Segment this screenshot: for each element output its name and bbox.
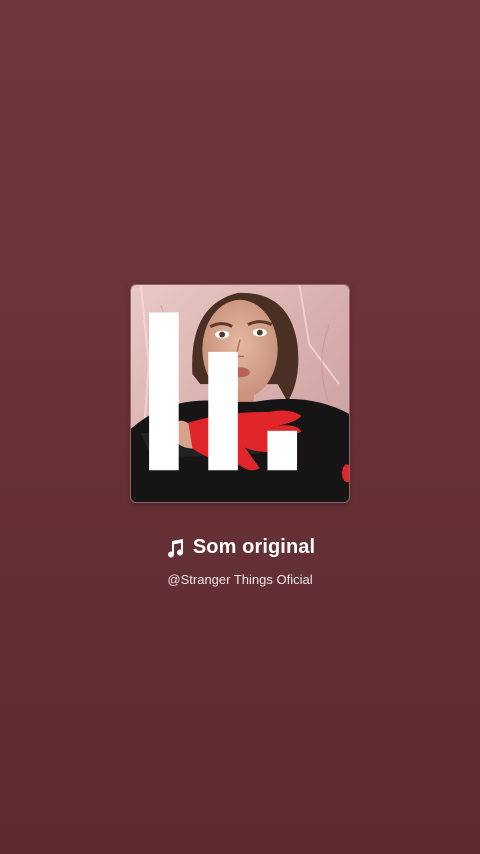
sound-cover-image[interactable] xyxy=(130,284,350,503)
music-note-icon xyxy=(167,538,183,558)
bars-logo-icon xyxy=(149,312,298,471)
sound-title: Som original xyxy=(192,536,316,558)
sound-title-row[interactable]: Som original xyxy=(0,536,480,559)
sound-page: Som original @Stranger Things Oficial xyxy=(0,0,480,854)
sound-author-link[interactable]: @Stranger Things Oficial xyxy=(0,572,480,587)
